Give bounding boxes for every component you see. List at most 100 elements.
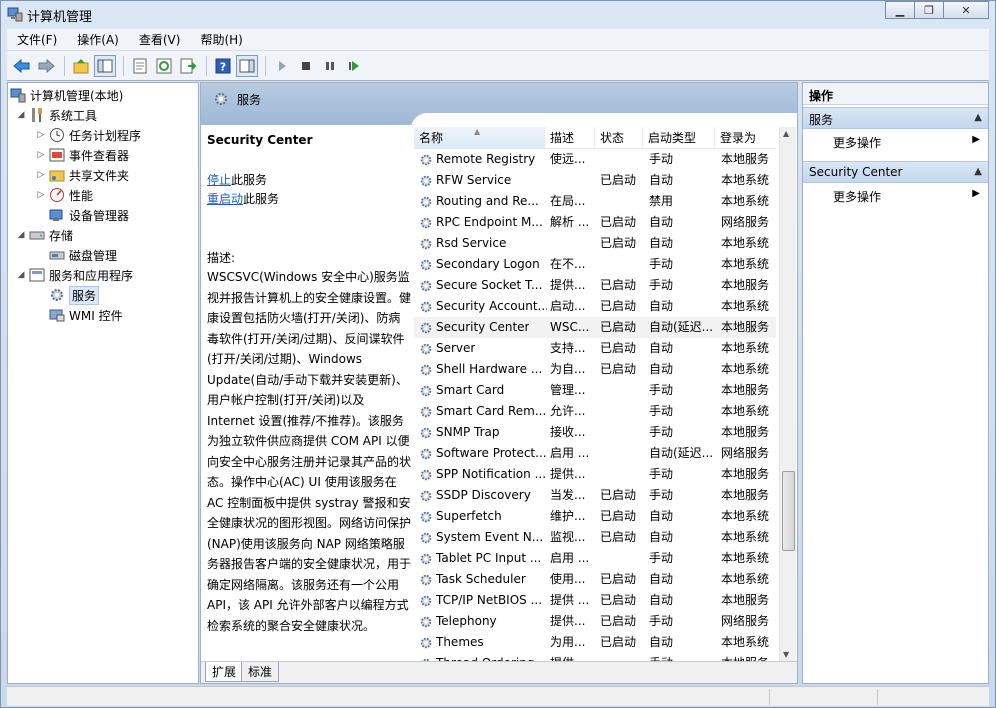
collapsed-arrow-icon[interactable]: ▷ bbox=[36, 170, 46, 180]
table-row[interactable]: RFW Service 已启动 自动 本地系统 bbox=[414, 170, 776, 191]
tree-label: 磁盘管理 bbox=[69, 248, 118, 263]
menu-action[interactable]: 操作(A) bbox=[67, 29, 129, 51]
close-icon: ✕ bbox=[961, 3, 971, 17]
table-row[interactable]: Software Protect... 启用 ... 自动(延迟... 网络服务 bbox=[414, 443, 776, 464]
collapse-up-icon[interactable]: ▲ bbox=[974, 166, 982, 177]
cell-description: 提供... bbox=[550, 614, 586, 628]
cell-startup-type: 手动 bbox=[649, 488, 674, 502]
collapsed-arrow-icon[interactable]: ▷ bbox=[36, 190, 46, 200]
tab-extended[interactable]: 扩展 bbox=[205, 662, 244, 682]
table-row[interactable]: Thread Ordering... 提供... 手动本地服务 bbox=[414, 653, 776, 661]
table-row[interactable]: Tablet PC Input ... 启用 ... 手动 本地系统 bbox=[414, 548, 776, 569]
tree-item-root[interactable]: 计算机管理(本地) bbox=[10, 85, 123, 105]
column-header-log-on-as[interactable]: 登录为 bbox=[715, 127, 776, 149]
column-header-description[interactable]: 描述 bbox=[545, 127, 595, 149]
more-actions-item[interactable]: 更多操作 ▶ bbox=[803, 130, 988, 152]
column-header-startup-type[interactable]: 启动类型 bbox=[643, 127, 715, 149]
table-row[interactable]: System Event N... 监视... 已启动 自动 本地系统 bbox=[414, 527, 776, 548]
maximize-button[interactable]: ❐ bbox=[914, 1, 944, 19]
table-row[interactable]: Security Center WSC... 已启动 自动(延迟... 本地服务 bbox=[414, 317, 776, 338]
table-row[interactable]: Task Scheduler 使用... 已启动 自动 本地系统 bbox=[414, 569, 776, 590]
table-row[interactable]: Themes 为用... 已启动 自动 本地系统 bbox=[414, 632, 776, 653]
show-hide-action-pane-button[interactable] bbox=[236, 54, 258, 77]
tree-item-system-tools[interactable]: ◢ 系统工具 bbox=[16, 105, 97, 125]
table-row[interactable]: TCP/IP NetBIOS ... 提供 ... 已启动 自动 本地服务 bbox=[414, 590, 776, 611]
table-row[interactable]: Smart Card Rem... 允许... 手动 本地系统 bbox=[414, 401, 776, 422]
restart-service-link[interactable]: 重启动 bbox=[207, 192, 243, 206]
storage-icon bbox=[29, 231, 45, 240]
tree-item-event-viewer[interactable]: ▷ 事件查看器 bbox=[36, 145, 129, 165]
collapse-up-icon[interactable]: ▲ bbox=[974, 112, 982, 123]
forward-button[interactable] bbox=[35, 55, 57, 77]
tree-item-performance[interactable]: ▷ 性能 bbox=[36, 185, 93, 205]
table-row[interactable]: Shell Hardware ... 为自... 已启动 自动 本地系统 bbox=[414, 359, 776, 380]
service-gear-icon bbox=[420, 574, 432, 585]
tree-item-services[interactable]: 服务 bbox=[49, 285, 100, 305]
service-name: SSDP Discovery bbox=[436, 488, 531, 502]
stop-service-button[interactable] bbox=[295, 55, 317, 77]
expanded-arrow-icon[interactable]: ◢ bbox=[16, 270, 26, 280]
table-row[interactable]: Telephony 提供... 已启动 手动 网络服务 bbox=[414, 611, 776, 632]
tree-item-shared-folders[interactable]: ▷ 共享文件夹 bbox=[36, 165, 129, 185]
help-button[interactable]: ? bbox=[212, 55, 234, 77]
close-button[interactable]: ✕ bbox=[943, 1, 989, 19]
pause-service-button[interactable] bbox=[319, 55, 341, 77]
table-row[interactable]: Secure Socket T... 提供... 已启动 手动 本地服务 bbox=[414, 275, 776, 296]
tree-item-storage[interactable]: ◢ 存储 bbox=[16, 225, 73, 245]
restart-service-button[interactable] bbox=[343, 55, 365, 77]
more-actions-item[interactable]: 更多操作 ▶ bbox=[803, 184, 988, 206]
expanded-arrow-icon[interactable]: ◢ bbox=[16, 230, 26, 240]
more-actions-label: 更多操作 bbox=[833, 136, 882, 150]
back-button[interactable] bbox=[11, 55, 33, 77]
menu-view[interactable]: 查看(V) bbox=[129, 29, 191, 51]
cell-log-on-as: 本地系统 bbox=[721, 236, 770, 250]
table-row[interactable]: Secondary Logon 在不... 手动 本地系统 bbox=[414, 254, 776, 275]
actions-section-services[interactable]: 服务 ▲ bbox=[803, 107, 988, 129]
up-button[interactable] bbox=[70, 55, 92, 77]
cell-startup-type: 自动 bbox=[649, 299, 674, 313]
properties-button[interactable] bbox=[129, 55, 151, 77]
show-hide-tree-button[interactable] bbox=[94, 54, 116, 77]
start-service-button[interactable] bbox=[271, 55, 293, 77]
cell-status: 已启动 bbox=[600, 278, 637, 292]
table-row[interactable]: Routing and Re... 在局... 禁用 本地系统 bbox=[414, 191, 776, 212]
tree-item-disk-management[interactable]: 磁盘管理 bbox=[49, 245, 117, 265]
submenu-arrow-icon: ▶ bbox=[972, 188, 980, 199]
table-row[interactable]: Superfetch 维护... 已启动 自动 本地系统 bbox=[414, 506, 776, 527]
collapsed-arrow-icon[interactable]: ▷ bbox=[36, 150, 46, 160]
cell-description: 提供 ... bbox=[550, 593, 590, 607]
vertical-scrollbar[interactable]: ▲ ▼ bbox=[779, 127, 796, 661]
expanded-arrow-icon[interactable]: ◢ bbox=[16, 110, 26, 120]
table-row[interactable]: SPP Notification ... 提供... 手动 本地服务 bbox=[414, 464, 776, 485]
table-row[interactable]: SNMP Trap 接收... 手动 本地服务 bbox=[414, 422, 776, 443]
table-row[interactable]: SSDP Discovery 当发... 已启动 手动 本地服务 bbox=[414, 485, 776, 506]
tree-item-task-scheduler[interactable]: ▷ 任务计划程序 bbox=[36, 125, 141, 145]
menu-file[interactable]: 文件(F) bbox=[7, 29, 67, 51]
column-header-name[interactable]: ▲ 名称 bbox=[414, 127, 545, 149]
tree-item-wmi-control[interactable]: WMI 控件 bbox=[49, 305, 123, 325]
table-row[interactable]: Rsd Service 已启动 自动 本地系统 bbox=[414, 233, 776, 254]
table-row[interactable]: Smart Card 管理... 手动 本地服务 bbox=[414, 380, 776, 401]
collapsed-arrow-icon[interactable]: ▷ bbox=[36, 130, 46, 140]
table-row[interactable]: Server 支持... 已启动 自动 本地系统 bbox=[414, 338, 776, 359]
scroll-up-arrow-icon[interactable]: ▲ bbox=[783, 129, 789, 138]
cell-name: Telephony bbox=[419, 611, 547, 632]
minimize-button[interactable]: ▁ bbox=[885, 1, 915, 19]
tree-item-device-manager[interactable]: 设备管理器 bbox=[49, 205, 129, 225]
column-header-label: 名称 bbox=[419, 131, 444, 145]
menu-help[interactable]: 帮助(H) bbox=[190, 29, 252, 51]
table-row[interactable]: RPC Endpoint M... 解析 ... 已启动 自动 网络服务 bbox=[414, 212, 776, 233]
tree-item-services-and-applications[interactable]: ◢ 服务和应用程序 bbox=[16, 265, 133, 285]
table-row[interactable]: Remote Registry 使远... 手动 本地服务 bbox=[414, 149, 776, 170]
actions-section-security-center[interactable]: Security Center ▲ bbox=[803, 161, 988, 183]
cell-description: 为自... bbox=[550, 362, 586, 376]
column-header-status[interactable]: 状态 bbox=[595, 127, 643, 149]
refresh-button[interactable] bbox=[153, 55, 175, 77]
title-bar[interactable]: 计算机管理 ▁ ❐ ✕ bbox=[1, 1, 995, 29]
table-row[interactable]: Security Account... 启动... 已启动 自动 本地系统 bbox=[414, 296, 776, 317]
stop-service-link[interactable]: 停止 bbox=[207, 173, 231, 187]
export-list-button[interactable] bbox=[177, 55, 199, 77]
tab-standard[interactable]: 标准 bbox=[241, 662, 280, 682]
scrollbar-thumb[interactable] bbox=[782, 471, 795, 551]
scroll-down-arrow-icon[interactable]: ▼ bbox=[783, 650, 789, 659]
